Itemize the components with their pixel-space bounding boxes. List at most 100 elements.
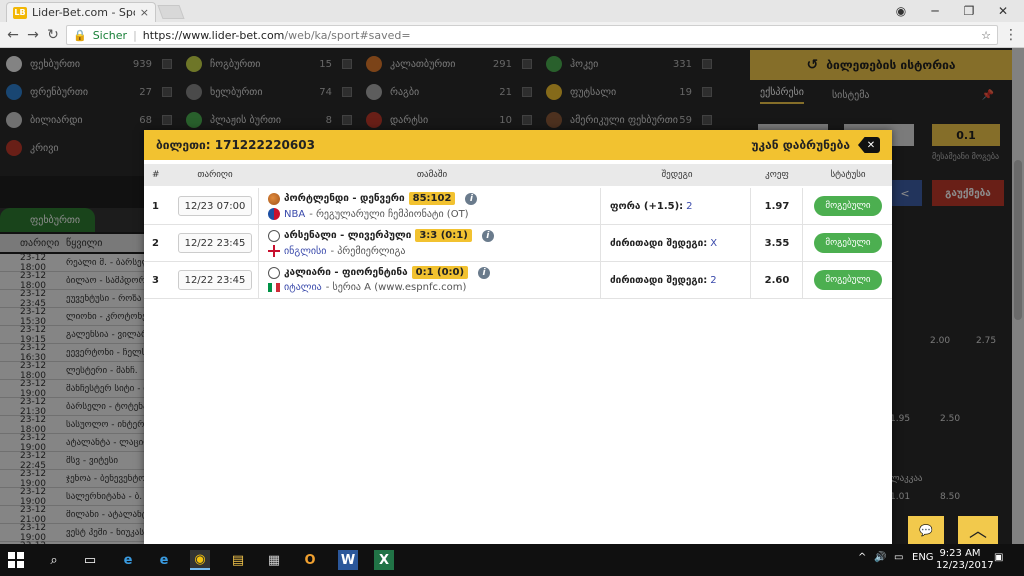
browser-tab[interactable]: LB Lider-Bet.com - Sports a × [6, 2, 156, 22]
divider [750, 225, 751, 262]
back-close-icon[interactable]: ✕ [858, 137, 880, 153]
pick-value: X [710, 238, 718, 249]
task-view-icon[interactable]: ▭ [80, 550, 100, 570]
row-odd: 3.55 [764, 238, 790, 249]
secure-label: Sicher [92, 28, 128, 42]
match-name[interactable]: პორტლენდი - დენვერი [284, 193, 405, 204]
search-icon[interactable]: ⌕ [44, 550, 64, 570]
match-name[interactable]: კალიარი - ფიორენტინა [284, 267, 408, 278]
pick: ძირითადი შედეგი: 2 [610, 262, 717, 299]
info-icon[interactable]: i [465, 192, 478, 205]
browser-menu-icon[interactable]: ⋮ [1004, 27, 1018, 43]
tray-chevron-icon[interactable]: ^ [858, 552, 866, 563]
header-pick: შედეგი [661, 170, 693, 180]
volume-icon[interactable]: 🔊 [874, 552, 886, 563]
clock-date: 12/23/2017 [936, 560, 994, 571]
windows-start-icon[interactable] [8, 552, 24, 568]
league-name: ინგლისი [284, 245, 327, 257]
soccer-ball-icon [268, 229, 280, 242]
header-odd: კოეფ [765, 170, 789, 180]
clock[interactable]: 9:23 AM 12/23/2017 [936, 548, 994, 572]
basketball-icon [268, 192, 280, 205]
tab-title: Lider-Bet.com - Sports a [32, 6, 135, 19]
chat-icon: 💬 [919, 523, 933, 537]
clock-time: 9:23 AM [939, 548, 981, 559]
new-tab-button[interactable] [157, 5, 185, 19]
table-row: 2 12/22 23:45 არსენალი - ლივერპული 3:3 (… [144, 225, 892, 262]
header-status: სტატუსი [830, 170, 866, 180]
internet-explorer-icon[interactable]: e [154, 550, 174, 570]
row-odd: 2.60 [764, 275, 790, 286]
league-line: NBA - რეგულარული ჩემპიონატი (OT) [268, 208, 469, 220]
windows-taskbar: ⌕ ▭ e e ◉ ▤ ▦ O W X ^ 🔊 ▭ ENG 9:23 AM 12… [0, 544, 1024, 576]
divider [750, 188, 751, 225]
browser-tab-bar: LB Lider-Bet.com - Sports a × ◉ ─ ❐ ✕ [0, 0, 1024, 22]
pick: ძირითადი შედეგი: X [610, 225, 717, 262]
pick: ფორა (+1.5): 2 [610, 188, 693, 225]
site-favicon-icon: LB [13, 6, 27, 19]
divider [802, 262, 803, 299]
account-icon[interactable]: ◉ [884, 2, 918, 20]
league-detail: - რეგულარული ჩემპიონატი (OT) [309, 208, 469, 220]
chat-button[interactable]: 💬 [908, 516, 944, 544]
close-window-button[interactable]: ✕ [986, 2, 1020, 20]
lock-icon: 🔒 [73, 28, 87, 42]
ticket-modal: ბილეთი: 171222220603 უკან დაბრუნება ✕ # … [144, 130, 892, 544]
file-explorer-icon[interactable]: ▤ [228, 550, 248, 570]
match-line: პორტლენდი - დენვერი 85:102 i [268, 192, 478, 205]
language-indicator[interactable]: ENG [912, 552, 934, 563]
status-badge[interactable]: მოგებული [814, 196, 882, 216]
pick-label: ფორა (+1.5): [610, 201, 684, 212]
match-name[interactable]: არსენალი - ლივერპული [284, 230, 411, 241]
network-icon[interactable]: ▭ [894, 552, 903, 563]
back-link[interactable]: უკან დაბრუნება [751, 138, 850, 152]
back-button[interactable]: ← [4, 26, 22, 44]
info-icon[interactable]: i [481, 229, 494, 242]
calculator-icon[interactable]: ▦ [264, 550, 284, 570]
league-detail: - პრემიერლიგა [330, 245, 406, 257]
ticket-id: ბილეთი: 171222220603 [156, 138, 315, 152]
bookmark-star-icon[interactable]: ☆ [981, 29, 991, 42]
excel-icon[interactable]: X [374, 550, 394, 570]
reload-button[interactable]: ↻ [44, 26, 62, 44]
word-icon[interactable]: W [338, 550, 358, 570]
header-match: თამაში [416, 170, 448, 180]
pick-label: ძირითადი შედეგი: [610, 275, 708, 286]
status-badge[interactable]: მოგებული [814, 233, 882, 253]
divider [258, 262, 259, 299]
league-line: იტალია - სერია A (www.espnfc.com) [268, 282, 466, 293]
modal-header: ბილეთი: 171222220603 უკან დაბრუნება ✕ [144, 130, 892, 160]
outlook-icon[interactable]: O [300, 550, 320, 570]
italy-flag-icon [268, 283, 280, 292]
edge-icon[interactable]: e [118, 550, 138, 570]
header-date: თარიღი [197, 170, 233, 180]
chevron-up-icon: ︿ [969, 521, 987, 542]
pick-label: ძირითადი შედეგი: [610, 238, 708, 249]
chrome-icon[interactable]: ◉ [190, 550, 210, 570]
england-flag-icon [268, 245, 280, 257]
divider [258, 225, 259, 262]
maximize-button[interactable]: ❐ [952, 2, 986, 20]
status-badge[interactable]: მოგებული [814, 270, 882, 290]
divider [802, 188, 803, 225]
scroll-top-button[interactable]: ︿ [958, 516, 998, 544]
info-icon[interactable]: i [478, 266, 491, 279]
row-date: 12/22 23:45 [178, 233, 252, 253]
notifications-icon[interactable]: ▣ [994, 552, 1003, 563]
match-line: კალიარი - ფიორენტინა 0:1 (0:0) i [268, 266, 491, 279]
divider [600, 188, 601, 225]
match-score: 3:3 (0:1) [415, 229, 472, 242]
divider [258, 188, 259, 225]
url-bar[interactable]: 🔒 Sicher | https://www.lider-bet.com/web… [66, 25, 998, 45]
minimize-button[interactable]: ─ [918, 2, 952, 20]
url-path: /web/ka/sport#saved= [284, 28, 411, 42]
forward-button[interactable]: → [24, 26, 42, 44]
tab-close-icon[interactable]: × [140, 6, 149, 19]
table-row: 3 12/22 23:45 კალიარი - ფიორენტინა 0:1 (… [144, 262, 892, 299]
header-num: # [152, 170, 160, 180]
row-num: 3 [152, 275, 159, 286]
match-score: 0:1 (0:0) [411, 266, 469, 279]
nba-flag-icon [268, 208, 280, 220]
divider [750, 262, 751, 299]
divider [600, 225, 601, 262]
